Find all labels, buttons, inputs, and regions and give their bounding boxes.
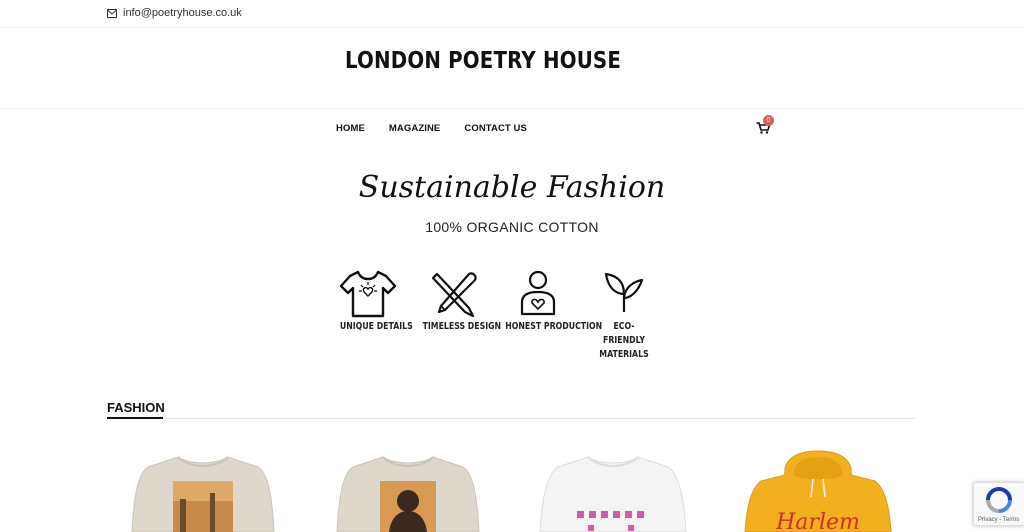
envelope-icon [107, 8, 117, 18]
feature-label: HONEST PRODUCTION [505, 321, 603, 332]
product-card[interactable] [323, 445, 493, 532]
person-heart-icon [520, 270, 556, 316]
recaptcha-icon [986, 487, 1012, 513]
hero-subtitle: 100% ORGANIC COTTON [425, 219, 599, 235]
nav-home[interactable]: HOME [336, 123, 365, 134]
main-nav: HOME MAGAZINE CONTACT US [336, 123, 551, 134]
product-card[interactable] [528, 445, 698, 532]
site-header: LONDON POETRY HOUSE [0, 28, 1024, 109]
product-card[interactable]: Harlem [733, 445, 903, 532]
pencil-brush-icon [431, 272, 477, 318]
section-divider [107, 418, 916, 419]
product-card[interactable] [118, 445, 288, 532]
email-link[interactable]: info@poetryhouse.co.uk [107, 7, 242, 19]
feature-timeless-design: TIMELESS DESIGN [414, 268, 502, 334]
leaf-sprout-icon [604, 272, 644, 312]
feature-label: TIMELESS DESIGN [422, 321, 502, 332]
product-image: Harlem [744, 450, 892, 532]
section-title: FASHION [107, 400, 165, 415]
site-logo[interactable]: LONDON POETRY HOUSE [68, 48, 899, 74]
cart-count-badge: 0 [763, 115, 774, 126]
product-image [131, 456, 275, 532]
feature-label: UNIQUE DETAILS [339, 321, 413, 332]
email-text: info@poetryhouse.co.uk [123, 7, 242, 19]
feature-label: ECO-FRIENDLY MATERIALS [599, 321, 649, 360]
recaptcha-terms-text[interactable]: Privacy - Terms [978, 517, 1019, 523]
recaptcha-badge[interactable]: Privacy - Terms [973, 482, 1024, 526]
product-image [336, 456, 480, 532]
feature-eco-friendly: ECO-FRIENDLY MATERIALS [590, 268, 658, 362]
section-divider-accent [107, 417, 163, 419]
feature-honest-production: HONEST PRODUCTION [496, 268, 603, 334]
nav-magazine[interactable]: MAGAZINE [389, 123, 440, 134]
nav-contact-us[interactable]: CONTACT US [464, 123, 527, 134]
harlem-print-text: Harlem [775, 510, 860, 532]
top-bar: info@poetryhouse.co.uk [0, 0, 1024, 28]
tshirt-icon [339, 270, 397, 318]
hero-title: Sustainable Fashion [358, 170, 666, 205]
product-image [539, 456, 687, 532]
feature-unique-details: UNIQUE DETAILS [332, 268, 413, 334]
